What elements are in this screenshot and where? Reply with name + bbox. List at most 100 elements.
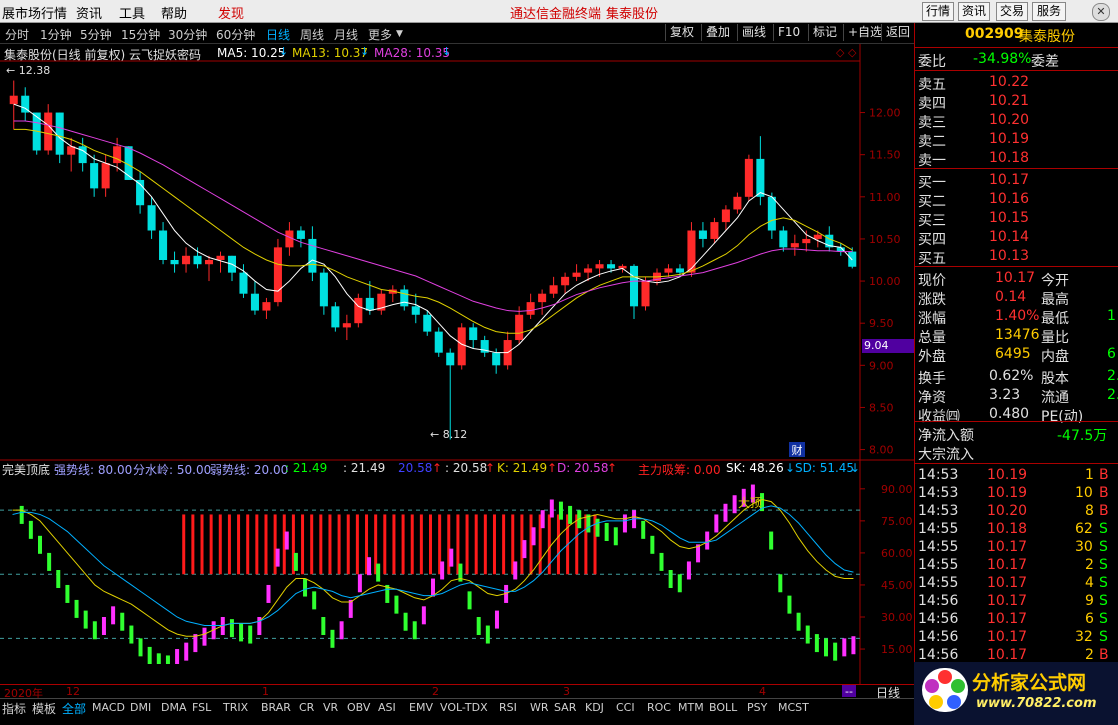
candle-body [101,163,110,189]
tab-vr[interactable]: VR [323,701,338,714]
candle-body [733,196,742,210]
ask-row-cell: 10.19 [989,131,1030,147]
period-15min[interactable]: 15分钟 [121,26,160,43]
bid-row-cell: 买三 [918,213,946,229]
indicator-name[interactable]: 完美顶底 [2,461,50,478]
scroll-end-badge[interactable]: -- [842,685,856,698]
tab-kdj[interactable]: KDJ [585,701,604,714]
tick-row-cell: 10.20 [987,503,1028,519]
stat-row-cell: 6 [1107,346,1116,362]
ask-row-cell: 卖五 [918,77,946,93]
period-60min[interactable]: 60分钟 [216,26,255,43]
link-tdx-terminal[interactable]: 通达信金融终端 [510,3,601,22]
tab-全部[interactable]: 全部 [62,700,86,717]
tick-row-cell: S [1099,611,1108,627]
candle-body [790,243,799,248]
overlay-button[interactable]: 叠加 [701,24,738,41]
tick-row: 14:56 10.17 6 S [915,610,1118,629]
stat-row: 换手 0.62% 股本 2. [915,367,1118,387]
tab-obv[interactable]: OBV [347,701,370,714]
period-daily[interactable]: 日线 [266,26,290,43]
absorb-bar [556,514,560,575]
absorb-bar [492,514,496,575]
candle-body [710,222,719,239]
finance-badge[interactable]: 财 [789,442,805,457]
tab-psy[interactable]: PSY [747,701,767,714]
link-stock-name[interactable]: 集泰股份 [606,3,658,22]
tab-vol-tdx[interactable]: VOL-TDX [440,701,488,714]
menu-item-tools[interactable]: 工具 [119,3,145,22]
stat-row-cell: 0.62% [989,368,1034,384]
trade-button[interactable]: 交易 [996,2,1028,21]
tick-row-cell: 14:53 [918,485,959,501]
tab-指标[interactable]: 指标 [2,700,26,717]
y-tick-label: 11.50 [869,149,901,162]
webi-row: 委比 -34.98% 委差 [915,50,1118,70]
period-30min[interactable]: 30分钟 [168,26,207,43]
tab-boll[interactable]: BOLL [709,701,737,714]
tab-cr[interactable]: CR [299,701,314,714]
tab-dma[interactable]: DMA [161,701,187,714]
ma5-label: MA5: 10.25 [217,46,286,60]
tick-row-cell: 10.17 [987,647,1028,663]
candle-body [767,196,776,231]
stock-name: 集泰股份 [1019,29,1075,45]
arrow-down-icon: ↓ [785,461,796,475]
back-button[interactable]: 返回 [881,24,916,41]
period-more[interactable]: 更多 [368,26,392,43]
tab-mcst[interactable]: MCST [778,701,809,714]
absorb-bar [410,514,414,575]
tab-sar[interactable]: SAR [554,701,576,714]
ask-row: 卖四 10.21 [915,92,1118,112]
triangle-down-icon[interactable]: ▼ [396,29,403,39]
tab-wr[interactable]: WR [530,701,549,714]
period-monthly[interactable]: 月线 [334,26,358,43]
tab-fsl[interactable]: FSL [192,701,211,714]
period-1min[interactable]: 1分钟 [40,26,72,43]
news-button[interactable]: 资讯 [958,2,990,21]
f10-button[interactable]: F10 [773,24,808,41]
candle-body [584,268,593,273]
tab-rsi[interactable]: RSI [499,701,517,714]
tick-row: 14:53 10.19 10 B [915,484,1118,503]
service-button[interactable]: 服务 [1032,2,1066,21]
adjust-button[interactable]: 复权 [665,24,702,41]
indicator-tab-bar: 指标 模板 全部 MACD DMI DMA FSL TRIX BRAR CR VR OBV ASI EMV… [0,698,914,717]
menu-item-market[interactable]: 展市场行情 [2,3,67,22]
period-5min[interactable]: 5分钟 [80,26,112,43]
candle-body [319,272,328,307]
tab-cci[interactable]: CCI [616,701,635,714]
tab-brar[interactable]: BRAR [261,701,291,714]
draw-button[interactable]: 画线 [737,24,774,41]
candle-body [641,281,650,307]
tab-模板[interactable]: 模板 [32,700,56,717]
absorb-bar [319,514,323,575]
close-icon[interactable]: ✕ [1092,3,1110,21]
tab-trix[interactable]: TRIX [223,701,248,714]
period-weekly[interactable]: 周线 [300,26,324,43]
menu-item-discover[interactable]: 发现 [218,3,244,22]
tab-asi[interactable]: ASI [378,701,396,714]
tab-macd[interactable]: MACD [92,701,125,714]
tick-row-cell: S [1099,593,1108,609]
add-favorite-button[interactable]: +自选 [843,24,884,41]
tab-roc[interactable]: ROC [647,701,671,714]
indicator-tick-label: 75.00 [881,515,913,528]
candle-body [273,247,282,303]
tab-emv[interactable]: EMV [409,701,433,714]
bid-row-cell: 10.15 [989,210,1030,226]
candle-body [204,260,214,265]
chart-area[interactable]: 12.00 11.50 11.00 10.50 10.00 9.50 9.00 8.50 8.0… [0,44,914,684]
tab-mtm[interactable]: MTM [678,701,704,714]
webi-value: -34.98% [973,51,1032,67]
absorb-bar [182,514,186,575]
candle-body [354,297,363,324]
menu-item-news[interactable]: 资讯 [76,3,102,22]
market-button[interactable]: 行情 [922,2,954,21]
indicator-tick-label: 60.00 [881,547,913,560]
period-intraday[interactable]: 分时 [5,26,29,43]
mark-button[interactable]: 标记 [808,24,845,41]
menu-item-help[interactable]: 帮助 [161,3,187,22]
tick-row-cell: 10 [1075,485,1093,501]
tab-dmi[interactable]: DMI [130,701,151,714]
